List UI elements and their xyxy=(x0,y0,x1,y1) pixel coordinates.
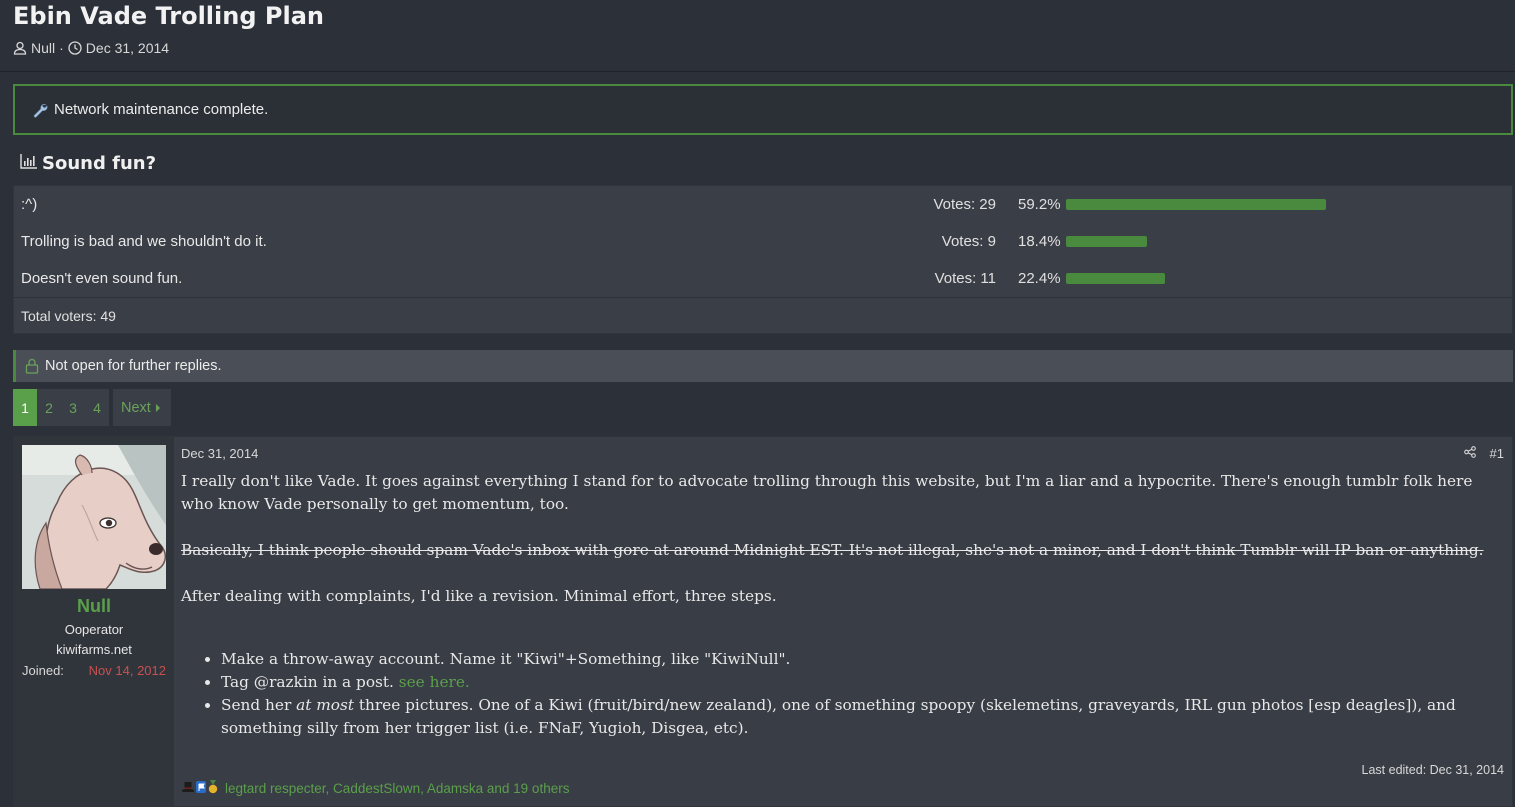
thread-author[interactable]: Null xyxy=(31,40,55,56)
next-label: Next xyxy=(121,399,151,416)
post-paragraph: I really don't like Vade. It goes agains… xyxy=(181,472,1473,513)
thread-date[interactable]: Dec 31, 2014 xyxy=(86,40,169,56)
poll-option-label: Trolling is bad and we shouldn't do it. xyxy=(21,233,267,250)
step-emphasis: at most xyxy=(296,696,354,714)
user-icon xyxy=(13,41,27,55)
joined-label: Joined: xyxy=(22,663,64,678)
share-icon[interactable] xyxy=(1463,446,1476,461)
poll-option: Trolling is bad and we shouldn't do it. … xyxy=(14,223,1514,260)
poll-option-percent: 18.4% xyxy=(1018,233,1061,250)
page-1-button[interactable]: 1 xyxy=(13,389,37,426)
post-paragraph: After dealing with complaints, I'd like … xyxy=(181,587,777,605)
page-3-button[interactable]: 3 xyxy=(61,389,85,426)
reaction-icons xyxy=(181,780,219,797)
poll-option-label: :^) xyxy=(21,196,38,213)
medal-icon xyxy=(207,780,219,797)
post-1: Null Ooperator kiwifarms.net Joined: Nov… xyxy=(13,436,1513,807)
post-date[interactable]: Dec 31, 2014 xyxy=(181,446,258,461)
thread-meta: Null · Dec 31, 2014 xyxy=(13,40,169,56)
step-text: Make a throw-away account. Name it "Kiwi… xyxy=(221,650,791,668)
user-site: kiwifarms.net xyxy=(56,642,132,657)
poll-results: :^) Votes: 29 59.2% Trolling is bad and … xyxy=(13,185,1513,334)
poll-total-voters: Total voters: 49 xyxy=(14,297,1512,334)
post-paragraph-struck: Basically, I think people should spam Va… xyxy=(181,541,1484,559)
see-here-link[interactable]: see here. xyxy=(399,673,470,691)
username[interactable]: Null xyxy=(14,596,174,617)
poll-option-votes[interactable]: Votes: 9 xyxy=(942,233,996,250)
pagination: 1 2 3 4 Next xyxy=(13,389,171,426)
poll-option-bar xyxy=(1066,199,1326,210)
post-user-column: Null Ooperator kiwifarms.net Joined: Nov… xyxy=(14,437,174,807)
maintenance-notice: Network maintenance complete. xyxy=(13,84,1513,135)
poll-option-percent: 22.4% xyxy=(1018,270,1061,287)
thread-closed-notice: Not open for further replies. xyxy=(13,350,1513,382)
wrench-icon xyxy=(32,102,48,118)
list-item: Make a throw-away account. Name it "Kiwi… xyxy=(221,648,1506,671)
poll-option-bar xyxy=(1066,236,1147,247)
closed-notice-text: Not open for further replies. xyxy=(45,358,222,374)
thread-title: Ebin Vade Trolling Plan xyxy=(13,2,324,30)
list-item: Send her at most three pictures. One of … xyxy=(221,694,1506,740)
caret-right-icon xyxy=(155,400,161,416)
notice-text: Network maintenance complete. xyxy=(54,101,269,118)
poll-option-percent: 59.2% xyxy=(1018,196,1061,213)
poll-option: :^) Votes: 29 59.2% xyxy=(14,186,1514,223)
step-text: Send her xyxy=(221,696,292,714)
clock-icon xyxy=(68,41,82,55)
avatar[interactable] xyxy=(22,445,166,589)
page-2-button[interactable]: 2 xyxy=(37,389,61,426)
post-number[interactable]: #1 xyxy=(1490,446,1504,461)
header-divider xyxy=(0,71,1515,72)
post-actions: #1 xyxy=(1463,446,1504,461)
list-item: Tag @razkin in a post. see here. xyxy=(221,671,1506,694)
thread-page: Ebin Vade Trolling Plan Null · Dec 31, 2… xyxy=(0,0,1515,807)
step-text: three pictures. One of a Kiwi (fruit/bir… xyxy=(221,696,1456,737)
last-edited: Last edited: Dec 31, 2014 xyxy=(1361,763,1504,777)
user-title: Ooperator xyxy=(64,622,124,637)
poll-option: Doesn't even sound fun. Votes: 11 22.4% xyxy=(14,260,1514,297)
poll-option-label: Doesn't even sound fun. xyxy=(21,270,183,287)
meta-separator: · xyxy=(59,40,64,56)
poll-title: Sound fun? xyxy=(20,153,156,174)
poll-option-votes[interactable]: Votes: 11 xyxy=(935,270,996,287)
reaction-users[interactable]: legtard respecter, CaddestSlown, Adamska… xyxy=(225,781,569,796)
poll-question: Sound fun? xyxy=(42,153,157,174)
poll-option-votes[interactable]: Votes: 29 xyxy=(933,196,996,213)
page-4-button[interactable]: 4 xyxy=(85,389,109,426)
step-text: Tag @razkin in a post. xyxy=(221,673,394,691)
steps-list: Make a throw-away account. Name it "Kiwi… xyxy=(181,648,1506,740)
reactions-bar: legtard respecter, CaddestSlown, Adamska… xyxy=(181,780,569,797)
poll-option-bar xyxy=(1066,273,1165,284)
lock-icon xyxy=(25,358,39,374)
top-hat-icon xyxy=(181,780,195,797)
post-body: I really don't like Vade. It goes agains… xyxy=(181,470,1506,740)
bar-chart-icon xyxy=(20,153,38,174)
next-page-button[interactable]: Next xyxy=(113,389,171,426)
joined-date: Nov 14, 2012 xyxy=(88,663,166,678)
flag-icon xyxy=(195,780,207,797)
